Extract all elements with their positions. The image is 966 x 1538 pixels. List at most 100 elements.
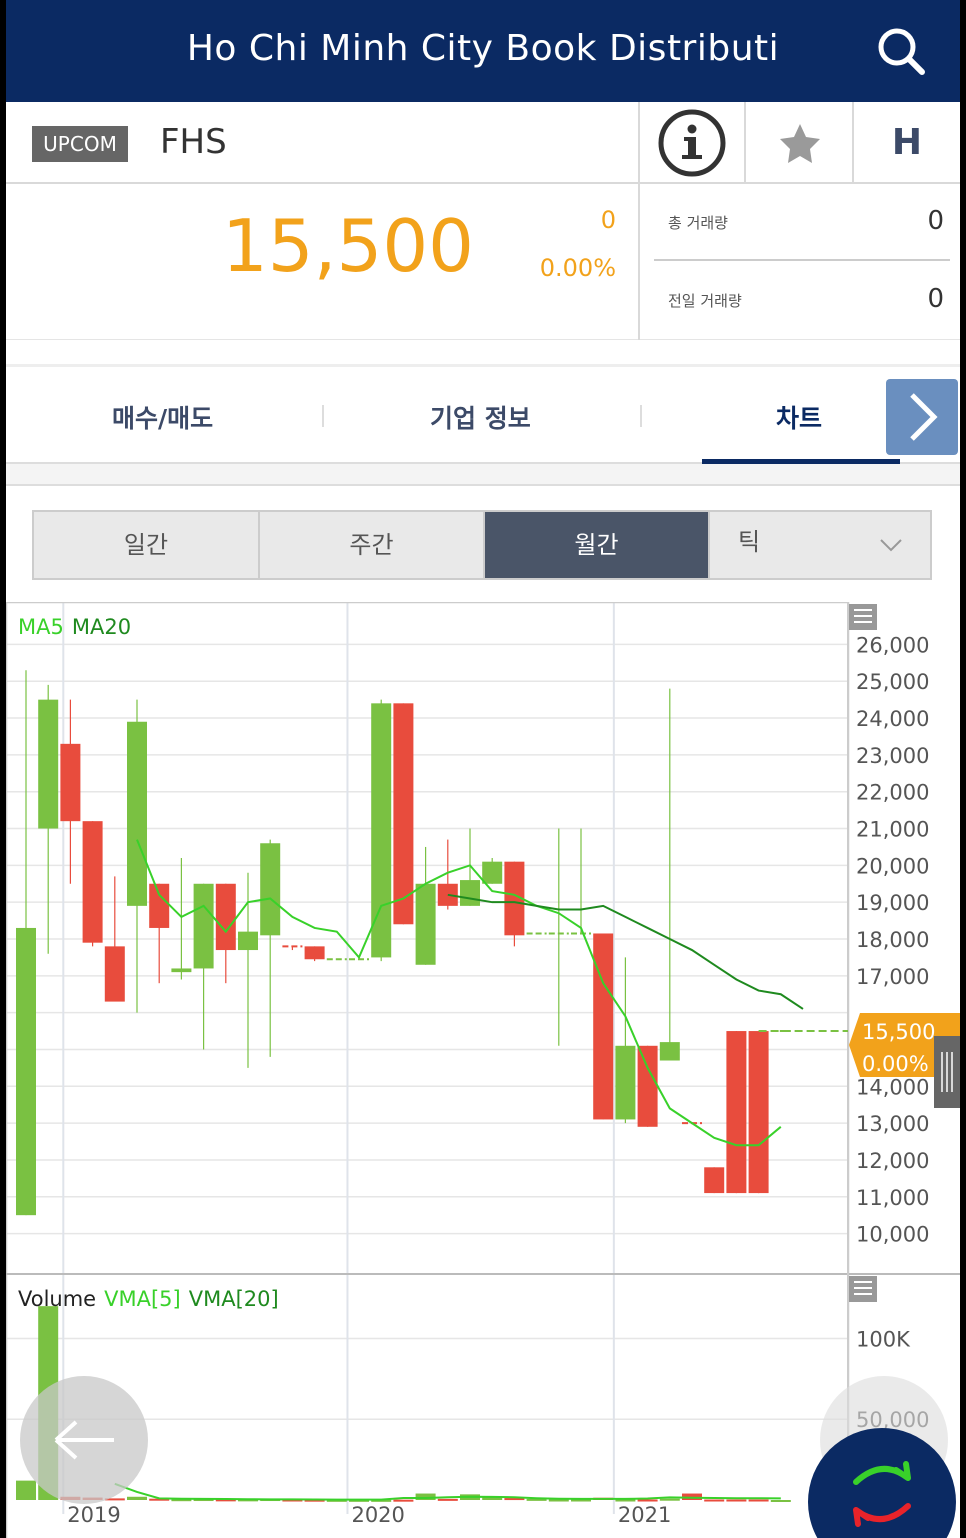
total-volume-label: 총 거래량 [668,214,728,232]
candle-body [593,933,614,1120]
page-title: Ho Chi Minh City Book Distributi [186,28,780,69]
tab-divider [640,405,642,427]
back-button[interactable] [20,1376,148,1504]
tab-company-info[interactable]: 기업 정보 [430,399,531,435]
prev-volume-row: 전일 거래량 0 [654,262,950,338]
price-row: 15,500 0 0.00% 총 거래량 0 전일 거래량 0 [6,184,960,340]
candle-body [38,699,59,829]
prev-volume-value: 0 [927,284,944,314]
legend-ma5: MA5 [18,615,64,639]
current-change-label: 0.00% [862,1052,929,1076]
favorite-button[interactable] [744,102,852,184]
y-tick-label: 21,000 [856,818,929,842]
current-price: 15,500 [222,204,474,288]
legend-volume: Volume [18,1287,96,1311]
period-weekly[interactable]: 주간 [260,512,485,578]
tab-buy-sell[interactable]: 매수/매도 [112,399,213,435]
price-change-percent: 0.00% [539,254,616,282]
tab-chart[interactable]: 차트 [776,399,822,435]
period-monthly[interactable]: 월간 [485,512,710,578]
candle-body [371,703,392,958]
candle-body [193,883,214,969]
volume-bar [770,1500,791,1502]
total-volume-value: 0 [927,206,944,236]
x-tick-label: 2020 [351,1503,404,1527]
chevron-right-icon [910,393,938,441]
volume-bar [659,1498,680,1501]
candle-body [460,880,480,906]
legend-vma20: VMA[20] [189,1287,279,1311]
volume-bar [704,1499,725,1502]
h-button[interactable]: H [852,102,960,184]
candle-body [304,946,325,960]
y-tick-label: 10,000 [856,1223,929,1247]
y-tick-label: 22,000 [856,781,929,805]
volume-legend: Volume VMA[5] VMA[20] [18,1287,279,1311]
chart-menu-icon[interactable] [849,604,877,630]
y-tick-label: 23,000 [856,744,929,768]
price-change: 0 [600,206,616,234]
app-header: Ho Chi Minh City Book Distributi [6,0,960,102]
legend-vma5: VMA[5] [104,1287,181,1311]
chart-background [6,602,960,1538]
period-tick[interactable]: 틱 [710,512,930,578]
period-selector: 일간 주간 월간 틱 [32,510,932,580]
spacer-band [6,464,960,486]
legend-ma20: MA20 [72,615,131,639]
candlestick-chart[interactable]: 26,000 25,000 24,000 23,000 22,000 21,000 20,0… [6,601,960,1538]
y-tick-label: 18,000 [856,928,929,952]
y-tick-label: 24,000 [856,707,929,731]
candle-body [393,703,414,925]
volume-bar [127,1496,147,1500]
stock-info-row: UPCOM FHS H [6,102,960,184]
candle-body [637,1045,658,1127]
candle-body [104,946,125,1002]
chart-area[interactable]: 26,000 25,000 24,000 23,000 22,000 21,000 20,0… [6,601,960,1538]
y-tick-label: 20,000 [856,854,929,878]
volume-bar [16,1480,36,1500]
period-tick-label: 틱 [738,528,761,556]
candle-body [82,821,103,943]
candle-body [238,931,258,951]
y-tick-label: 25,000 [856,670,929,694]
candle-body [726,1031,747,1194]
total-volume-row: 총 거래량 0 [654,184,950,260]
volume-bar [548,1499,569,1502]
tab-bar: 매수/매도 기업 정보 차트 [6,364,960,465]
y-tick-label: 13,000 [856,1112,929,1136]
candle-body [748,1031,769,1194]
market-badge: UPCOM [32,126,128,162]
app-frame: Ho Chi Minh City Book Distributi UPCOM F… [6,0,960,1538]
search-icon[interactable] [876,26,928,78]
candle-body [215,883,236,951]
chevron-down-icon [880,539,902,552]
period-daily[interactable]: 일간 [34,512,260,578]
volume-bar [726,1499,747,1502]
y-tick-label: 26,000 [856,633,929,657]
chart-menu-icon[interactable] [849,1276,877,1302]
chart-legend: MA5 MA20 [18,615,131,639]
x-tick-label: 2019 [67,1503,120,1527]
current-price-label: 15,500 [862,1020,935,1044]
stock-symbol: FHS [160,122,227,162]
volume-bar [748,1499,769,1502]
next-tab-button[interactable] [886,379,958,455]
info-button[interactable] [638,102,744,184]
prev-volume-label: 전일 거래량 [668,292,742,310]
info-icon [658,109,726,177]
x-tick-label: 2021 [618,1503,671,1527]
volume-panel: 총 거래량 0 전일 거래량 0 [638,184,960,340]
volume-bar [437,1498,458,1501]
y-tick-label: 14,000 [856,1075,929,1099]
candle-body [482,861,503,884]
y-tick-label: 12,000 [856,1149,929,1173]
candle-body [171,968,192,973]
star-icon [780,124,820,163]
volume-tick-label: 100K [856,1327,911,1351]
candle-body [149,883,170,928]
y-tick-label: 17,000 [856,965,929,989]
candle-body [704,1167,725,1194]
candle-body [60,743,81,822]
tab-divider [322,405,324,427]
candle-body [415,883,436,965]
